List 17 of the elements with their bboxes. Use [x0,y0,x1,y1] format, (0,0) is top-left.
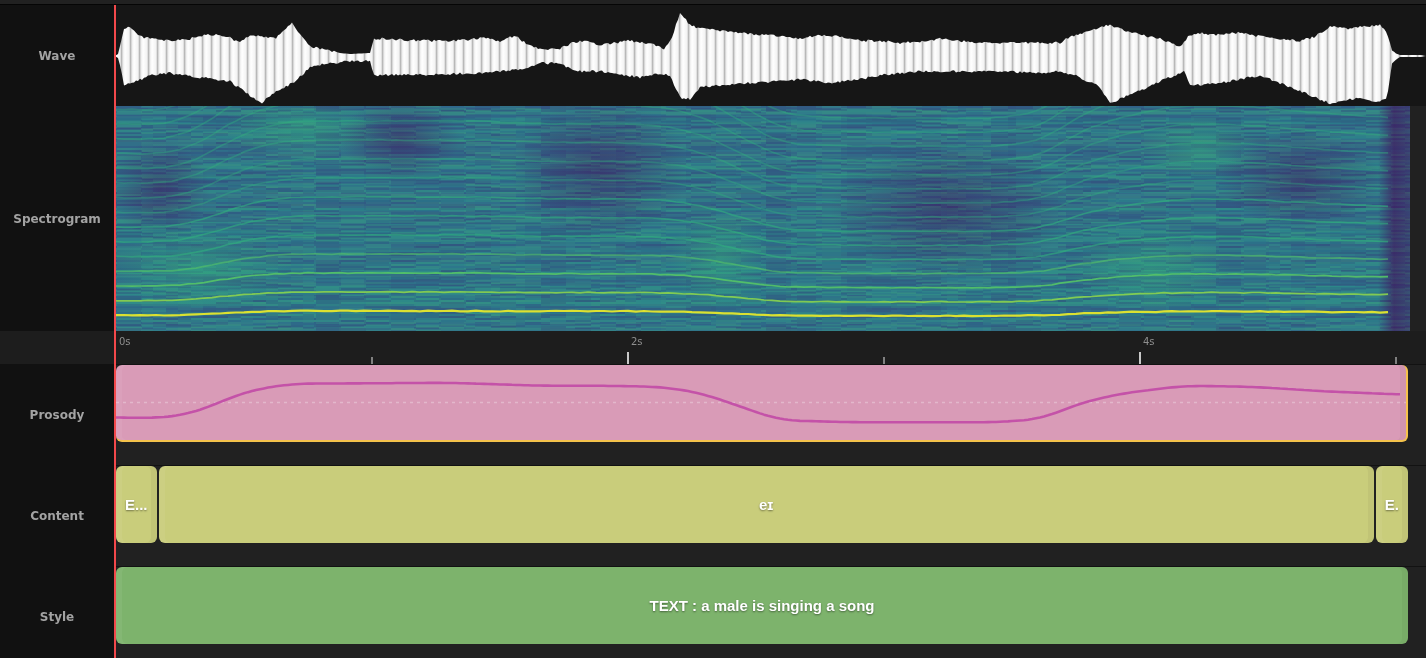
track-header: Prosody [0,364,116,465]
time-label: 4s [1142,335,1156,347]
ruler-tick [627,352,629,364]
ruler-tick [883,357,885,364]
content-clip[interactable]: E. [1375,466,1408,543]
ruler-tick [1395,357,1397,364]
content-clip[interactable]: E... [116,466,157,543]
ruler-tick [371,357,373,364]
style-clip[interactable]: TEXT : a male is singing a song [116,567,1408,644]
time-label: 0s [118,335,132,347]
content-clip[interactable]: eɪ [158,466,1374,543]
track-header: Content [0,465,116,566]
track-header: Wave [0,5,116,106]
track-header: Style [0,566,116,658]
track-header: Spectrogram [0,106,116,331]
time-label: 2s [630,335,644,347]
ruler-tick [1139,352,1141,364]
